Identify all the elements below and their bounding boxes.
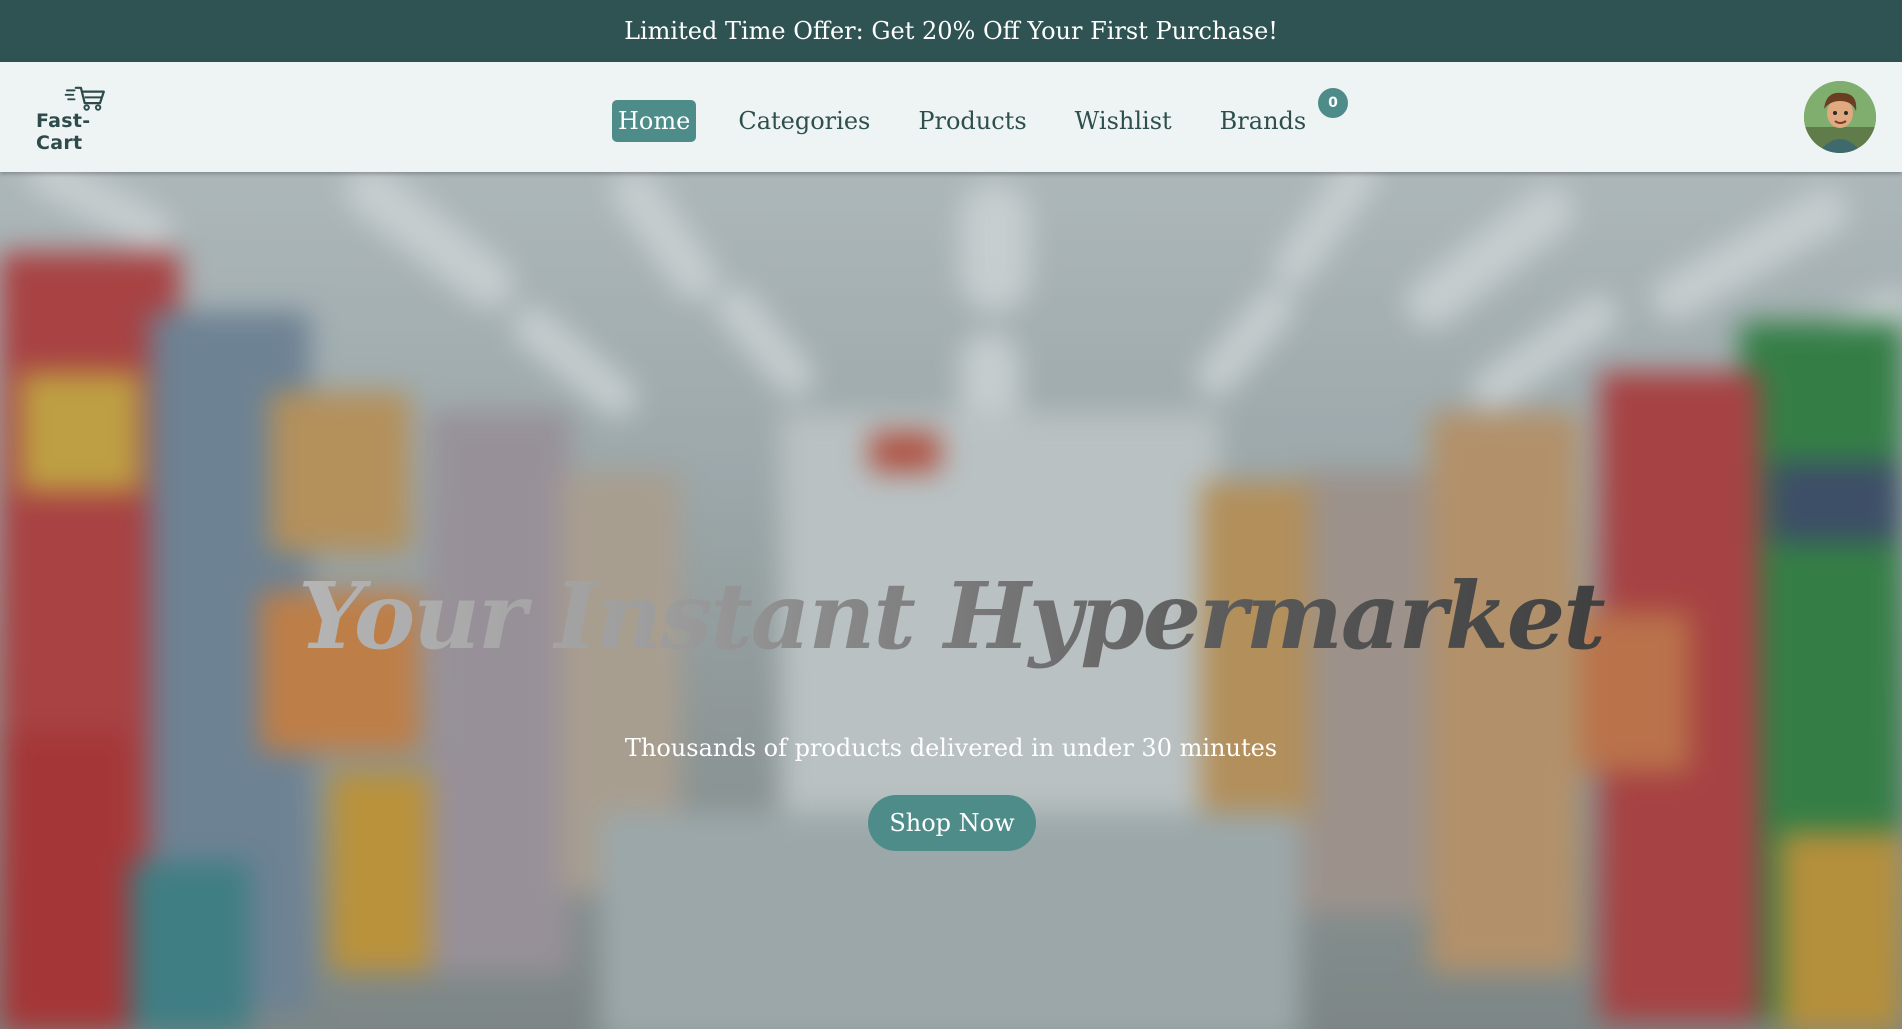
promo-text: Limited Time Offer: Get 20% Off Your Fir… xyxy=(624,17,1278,45)
hero-title: Your Instant Hypermarket xyxy=(0,562,1902,670)
hero-section: Your Instant Hypermarket Thousands of pr… xyxy=(0,172,1902,1029)
logo[interactable]: Fast-Cart xyxy=(36,84,136,154)
hero-subtitle: Thousands of products delivered in under… xyxy=(624,734,1278,762)
cart-logo-icon xyxy=(64,86,105,111)
nav-categories[interactable]: Categories xyxy=(732,100,876,142)
logo-text: Fast-Cart xyxy=(36,110,91,154)
nav-brands[interactable]: Brands xyxy=(1214,100,1313,142)
shop-now-button[interactable]: Shop Now xyxy=(868,795,1036,851)
main-nav: Home Categories Products Wishlist Brands xyxy=(612,100,1348,142)
avatar-icon xyxy=(1804,81,1876,153)
user-avatar[interactable] xyxy=(1804,81,1876,153)
cart-count-badge: 0 xyxy=(1316,86,1350,120)
promo-banner: Limited Time Offer: Get 20% Off Your Fir… xyxy=(0,0,1902,62)
navbar: Fast-Cart Home Categories Products Wishl… xyxy=(0,62,1902,172)
nav-products[interactable]: Products xyxy=(912,100,1032,142)
nav-home[interactable]: Home xyxy=(612,100,697,142)
nav-wishlist[interactable]: Wishlist xyxy=(1069,100,1178,142)
